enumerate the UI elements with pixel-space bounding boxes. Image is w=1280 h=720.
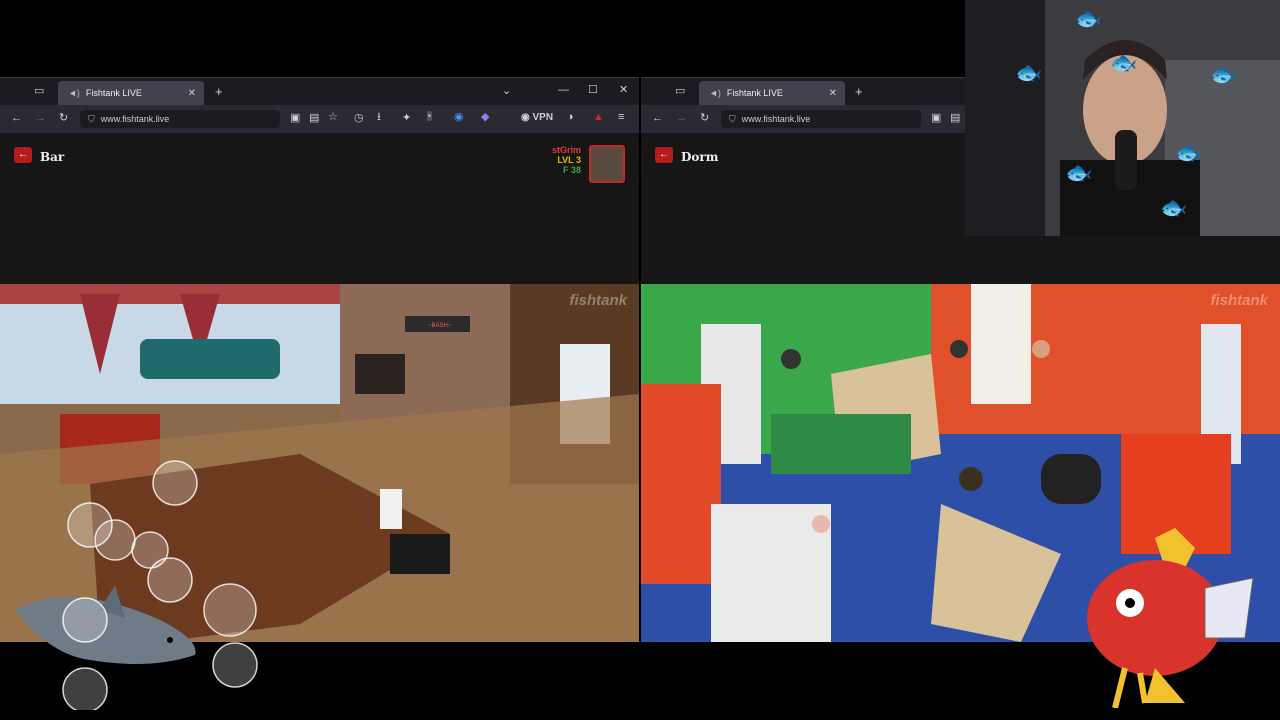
tab-title: Fishtank LIVE [726,88,783,98]
downloads-icon[interactable]: ⭳ [377,112,381,123]
goldfish-icon: 🐟 [1175,140,1203,165]
extension-purple-icon[interactable]: ◆ [481,112,489,123]
back-icon[interactable]: ← [11,113,22,124]
tab-groups-icon[interactable]: ▭ [675,86,685,97]
save-page-icon[interactable]: ▤ [950,113,960,124]
user-info[interactable]: stGrim LVL 3 F 38 [552,145,581,175]
forward-icon[interactable]: → [676,113,687,124]
fishtank-watermark: fishtank [1210,292,1268,309]
maximize-icon[interactable]: ☐ [588,85,598,96]
new-tab-icon[interactable]: + [215,85,223,98]
minimize-icon[interactable]: — [558,85,569,96]
back-arrow-button[interactable]: ← [14,147,32,163]
bubble-icons [62,460,258,713]
goldfish-icon: 🐟 [1065,160,1093,185]
history-icon[interactable]: ◷ [354,113,364,124]
close-tab-icon[interactable]: ✕ [829,88,837,99]
url-text: www.fishtank.live [741,114,811,124]
back-icon[interactable]: ← [652,113,663,124]
goldfish-icon: 🐟 [1015,60,1043,85]
vpn-button[interactable]: ◉ VPN [521,113,553,123]
username: stGrim [551,145,581,155]
tab-list-chevron-icon[interactable]: ⌄ [502,86,511,97]
forward-icon[interactable]: → [35,113,46,124]
speaker-icon[interactable]: ◄) [68,88,80,98]
vpn-label: VPN [532,112,554,123]
magikarp-overlay [1085,528,1255,709]
extensions-icon[interactable]: ✦ [402,113,411,124]
fishtank-watermark: fishtank [569,292,627,309]
menu-icon[interactable]: ≡ [618,112,624,123]
close-tab-icon[interactable]: ✕ [188,88,196,99]
goldfish-icon: 🐟 [1110,50,1138,75]
site-info-icon[interactable]: ⛉ [729,114,736,125]
goldfish-icon: 🐟 [1075,6,1103,31]
pip-icon[interactable]: ▣ [931,113,941,124]
new-tab-icon[interactable]: + [855,85,863,98]
speaker-icon[interactable]: ◄) [709,88,721,98]
pip-icon[interactable]: ▣ [290,113,300,124]
reload-icon[interactable]: ↻ [59,113,68,124]
goldfish-icon: 🐟 [1160,195,1188,220]
extension-dark-icon[interactable]: ◗ [568,112,575,123]
user-level: LVL 3 [557,155,581,165]
tab-bar: ▭ ◄) Fishtank LIVE ✕ + ⌄ — ☐ ✕ [0,77,639,105]
extension-off-icon[interactable]: ▪ [427,111,432,121]
magikarp-icon [1087,528,1254,709]
extension-red-icon[interactable]: ▲ [593,112,604,123]
extension-circle-icon[interactable]: ◉ [454,112,464,123]
site-info-icon[interactable]: ⛉ [88,114,95,125]
url-text: www.fishtank.live [100,114,170,124]
nav-bar: ← → ↻ ⛉ www.fishtank.live ▣ ▤ ☆ ◷ ⭳ ✦ ▪ … [0,105,639,133]
tab-title: Fishtank LIVE [85,88,142,98]
room-title: Bar [40,150,65,164]
tab-fishtank-live[interactable]: ◄) Fishtank LIVE ✕ [699,81,845,105]
streamer-image [965,0,1280,236]
back-arrow-button[interactable]: ← [655,147,673,163]
streamer-webcam-overlay: 🐟 🐟 🐟 🐟 🐟 🐟 🐟 [965,0,1280,236]
room-title: Dorm [681,150,719,164]
bubbles-overlay [60,455,270,713]
bookmark-star-icon[interactable]: ☆ [328,112,338,123]
user-coins: F 38 [562,165,581,175]
bash-sign: ~BASH~ [428,323,452,329]
save-page-icon[interactable]: ▤ [309,113,319,124]
tab-groups-icon[interactable]: ▭ [34,86,44,97]
reload-icon[interactable]: ↻ [700,113,709,124]
tab-fishtank-live[interactable]: ◄) Fishtank LIVE ✕ [58,81,204,105]
avatar[interactable] [589,145,625,183]
goldfish-icon: 🐟 [1210,62,1238,87]
address-bar[interactable]: ⛉ www.fishtank.live [721,110,921,128]
close-window-icon[interactable]: ✕ [619,85,628,96]
address-bar[interactable]: ⛉ www.fishtank.live [80,110,280,128]
